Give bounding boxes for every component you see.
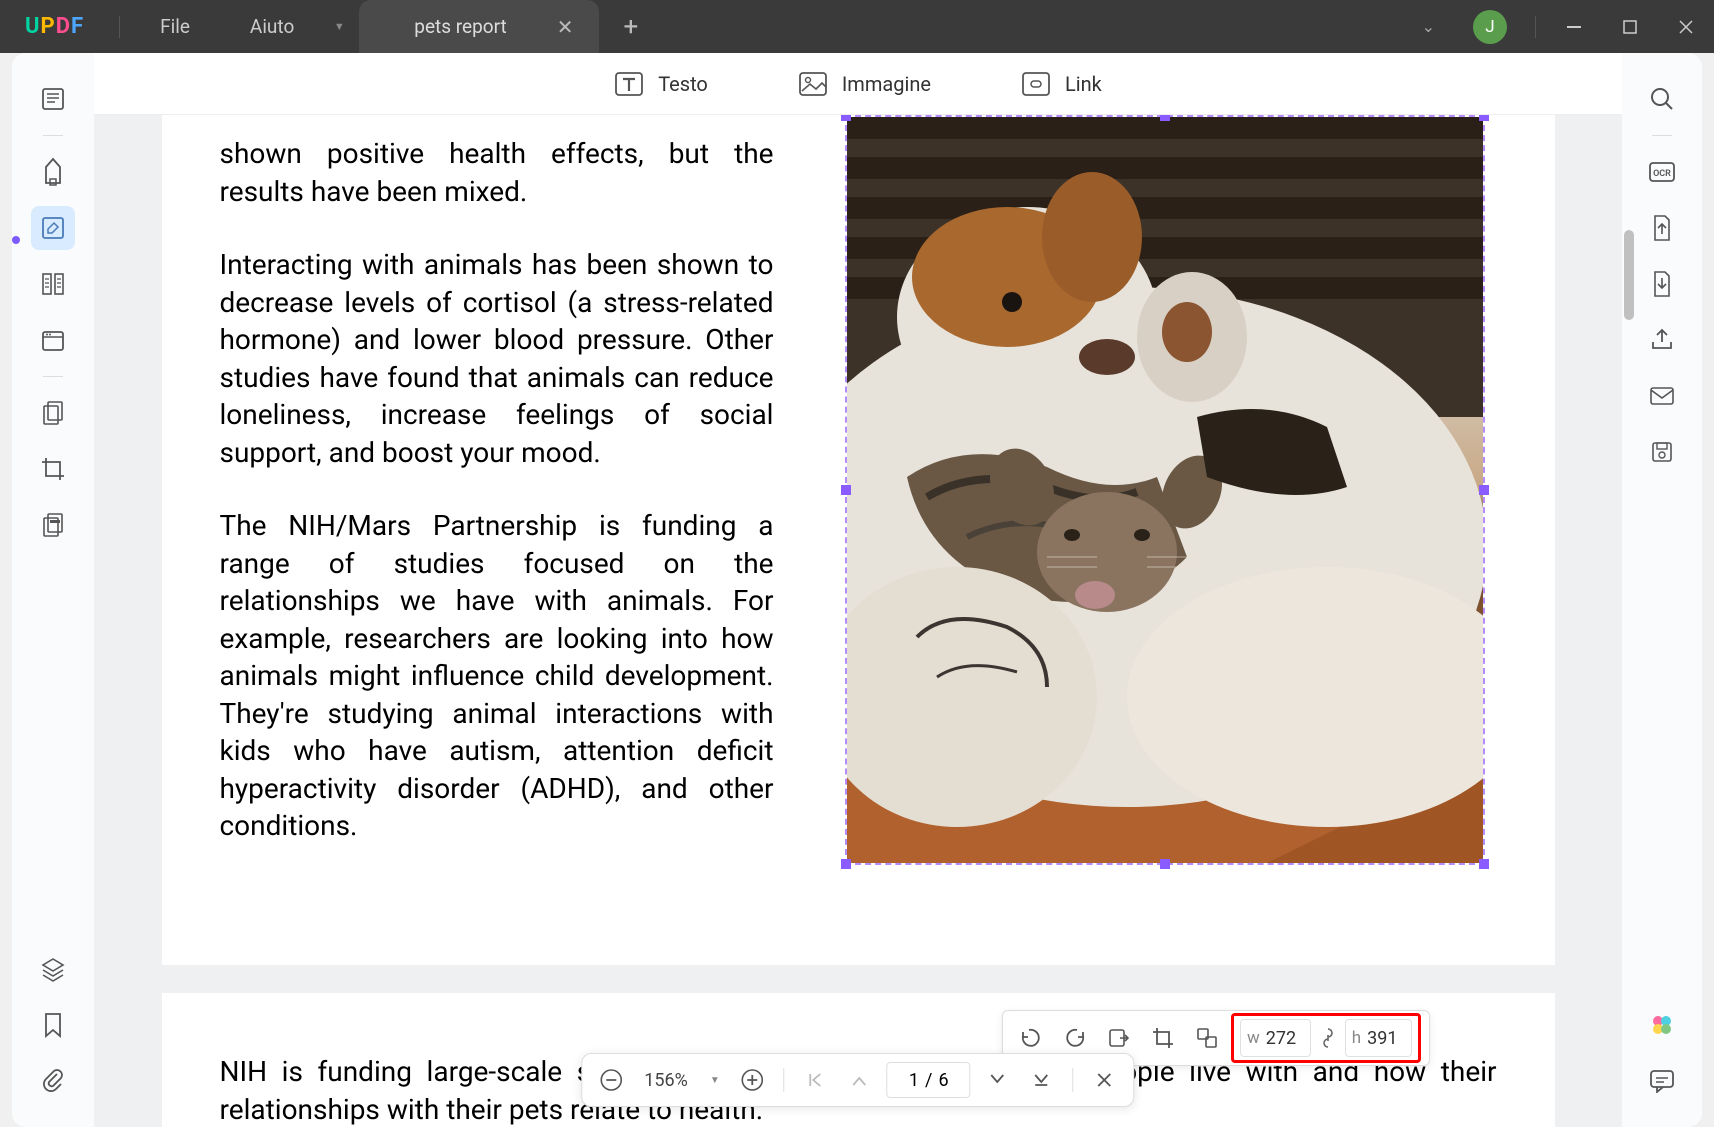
page-input[interactable]: 1 / 6 bbox=[887, 1062, 971, 1098]
first-page-button[interactable] bbox=[799, 1063, 833, 1097]
email-icon[interactable] bbox=[1640, 374, 1684, 418]
current-page: 1 bbox=[909, 1070, 919, 1091]
organize-mode-icon[interactable] bbox=[31, 262, 75, 306]
tab-close-icon[interactable]: ✕ bbox=[557, 15, 574, 39]
chevron-down-icon[interactable]: ⌄ bbox=[1402, 17, 1455, 36]
window-close-button[interactable] bbox=[1658, 0, 1714, 53]
save-icon[interactable] bbox=[1640, 430, 1684, 474]
divider bbox=[1535, 16, 1536, 38]
ocr-icon[interactable]: OCR bbox=[1640, 150, 1684, 194]
zoom-in-button[interactable] bbox=[736, 1063, 770, 1097]
user-avatar[interactable]: J bbox=[1473, 10, 1507, 44]
text-tool-icon bbox=[614, 71, 644, 97]
document-page: shown positive health effects, but the r… bbox=[162, 115, 1555, 965]
ai-icon[interactable] bbox=[1640, 1003, 1684, 1047]
zoom-out-button[interactable] bbox=[594, 1063, 628, 1097]
divider bbox=[119, 16, 120, 38]
tool-text[interactable]: Testo bbox=[614, 71, 708, 97]
new-tab-button[interactable]: + bbox=[599, 12, 664, 42]
width-label: w bbox=[1247, 1028, 1260, 1048]
resize-handle[interactable] bbox=[1479, 485, 1489, 495]
search-icon[interactable] bbox=[1640, 77, 1684, 121]
menu-file[interactable]: File bbox=[130, 15, 220, 38]
crop-tool-icon[interactable] bbox=[31, 447, 75, 491]
resize-handle[interactable] bbox=[1479, 859, 1489, 869]
extract-image-icon[interactable] bbox=[1099, 1018, 1139, 1058]
replace-image-icon[interactable] bbox=[1187, 1018, 1227, 1058]
chat-icon[interactable] bbox=[1640, 1059, 1684, 1103]
height-field[interactable]: h 391 bbox=[1345, 1019, 1412, 1057]
paragraph[interactable]: Interacting with animals has been shown … bbox=[220, 246, 774, 471]
crop-image-icon[interactable] bbox=[1143, 1018, 1183, 1058]
document-tab[interactable]: pets report ✕ bbox=[359, 0, 598, 53]
page-separator: / bbox=[925, 1070, 932, 1091]
rotate-left-icon[interactable] bbox=[1011, 1018, 1051, 1058]
comment-mode-icon[interactable] bbox=[31, 150, 75, 194]
image-tool-icon bbox=[798, 71, 828, 97]
resize-handle[interactable] bbox=[841, 485, 851, 495]
attachment-icon[interactable] bbox=[31, 1059, 75, 1103]
embedded-image[interactable] bbox=[847, 117, 1483, 863]
tool-text-label: Testo bbox=[658, 72, 708, 96]
left-sidebar bbox=[12, 53, 94, 1127]
paragraph[interactable]: The NIH/Mars Partnership is funding a ra… bbox=[220, 507, 774, 845]
next-page-button[interactable] bbox=[981, 1063, 1015, 1097]
rotate-right-icon[interactable] bbox=[1055, 1018, 1095, 1058]
tool-link[interactable]: Link bbox=[1021, 71, 1102, 97]
width-field[interactable]: w 272 bbox=[1240, 1019, 1311, 1057]
navigation-bar: 156% ▼ 1 / 6 bbox=[581, 1053, 1134, 1107]
redact-tool-icon[interactable] bbox=[31, 503, 75, 547]
height-value: 391 bbox=[1367, 1028, 1405, 1049]
download-icon[interactable] bbox=[1640, 262, 1684, 306]
zoom-value: 156% bbox=[638, 1070, 694, 1091]
link-tool-icon bbox=[1021, 71, 1051, 97]
scrollbar-thumb[interactable] bbox=[1624, 230, 1634, 320]
layers-icon[interactable] bbox=[31, 947, 75, 991]
resize-handle[interactable] bbox=[841, 115, 851, 121]
total-pages: 6 bbox=[938, 1070, 948, 1091]
resize-handle[interactable] bbox=[1479, 115, 1489, 121]
selected-image-frame[interactable] bbox=[845, 115, 1485, 865]
last-page-button[interactable] bbox=[1025, 1063, 1059, 1097]
dimensions-panel: w 272 h 391 bbox=[1231, 1013, 1421, 1063]
resize-handle[interactable] bbox=[1160, 115, 1170, 121]
reader-mode-icon[interactable] bbox=[31, 77, 75, 121]
window-maximize-button[interactable] bbox=[1602, 0, 1658, 53]
menu-help[interactable]: Aiuto bbox=[220, 15, 324, 38]
resize-handle[interactable] bbox=[841, 859, 851, 869]
prev-page-button[interactable] bbox=[843, 1063, 877, 1097]
convert-icon[interactable] bbox=[1640, 206, 1684, 250]
width-value: 272 bbox=[1266, 1028, 1304, 1049]
edit-mode-icon[interactable] bbox=[31, 206, 75, 250]
height-label: h bbox=[1352, 1028, 1361, 1048]
app-body: Testo Immagine Link shown positive healt… bbox=[12, 53, 1702, 1127]
edit-toolbar: Testo Immagine Link bbox=[94, 53, 1622, 115]
tool-link-label: Link bbox=[1065, 72, 1102, 96]
bookmark-icon[interactable] bbox=[31, 1003, 75, 1047]
pages-tool-icon[interactable] bbox=[31, 391, 75, 435]
zoom-dropdown[interactable]: ▼ bbox=[704, 1075, 726, 1086]
document-viewport[interactable]: shown positive health effects, but the r… bbox=[94, 115, 1622, 1127]
close-nav-button[interactable] bbox=[1088, 1063, 1122, 1097]
tool-image-label: Immagine bbox=[842, 72, 931, 96]
link-dimensions-icon[interactable] bbox=[1317, 1027, 1339, 1049]
form-mode-icon[interactable] bbox=[31, 318, 75, 362]
center-area: Testo Immagine Link shown positive healt… bbox=[94, 53, 1622, 1127]
titlebar: UPDF File Aiuto ▼ pets report ✕ + ⌄ J bbox=[0, 0, 1714, 53]
resize-handle[interactable] bbox=[1160, 859, 1170, 869]
right-sidebar: OCR bbox=[1622, 53, 1702, 1127]
window-minimize-button[interactable] bbox=[1546, 0, 1602, 53]
active-mode-indicator bbox=[12, 236, 20, 244]
tab-title: pets report bbox=[414, 15, 506, 38]
tool-image[interactable]: Immagine bbox=[798, 71, 931, 97]
app-logo: UPDF bbox=[0, 14, 109, 39]
paragraph[interactable]: shown positive health effects, but the r… bbox=[220, 135, 774, 210]
share-icon[interactable] bbox=[1640, 318, 1684, 362]
menu-dropdown[interactable]: ▼ bbox=[324, 20, 354, 33]
svg-text:OCR: OCR bbox=[1653, 169, 1671, 179]
